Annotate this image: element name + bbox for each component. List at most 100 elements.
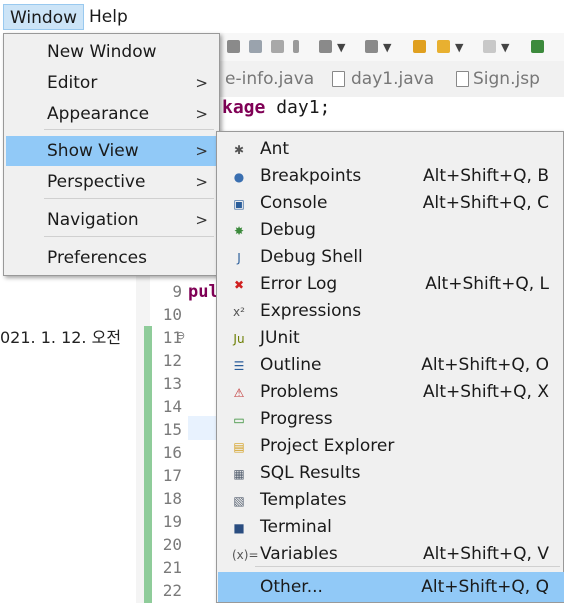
project-explorer-icon: ▤ (233, 440, 245, 454)
code-public-fragment: pul (188, 282, 219, 302)
sql-results-icon: ▦ (233, 467, 245, 481)
chevron-down-icon[interactable]: ▼ (455, 41, 463, 54)
show-view-item-debug-shell[interactable]: J Debug Shell (218, 244, 564, 271)
menu-item-label: Breakpoints (260, 166, 362, 186)
toolbar-open-perspective-icon[interactable] (531, 40, 544, 53)
menu-item-label: Error Log (260, 274, 338, 294)
line-number: 22 (162, 581, 182, 600)
window-menu-item-new-window[interactable]: New Window (6, 37, 216, 67)
show-view-item-sql-results[interactable]: ▦ SQL Results (218, 460, 564, 487)
menu-item-shortcut: Alt+Shift+Q, X (423, 382, 549, 402)
show-view-item-other[interactable]: Other... Alt+Shift+Q, Q (218, 572, 564, 602)
menu-item-label: Other... (260, 577, 323, 597)
show-view-item-project-explorer[interactable]: ▤ Project Explorer (218, 433, 564, 460)
tab-sign-jsp[interactable]: Sign.jsp (473, 69, 540, 89)
chevron-right-icon: > (195, 74, 208, 92)
menu-item-shortcut: Alt+Shift+Q, L (425, 274, 549, 294)
menu-item-shortcut: Alt+Shift+Q, V (423, 544, 549, 564)
menu-item-label: Terminal (260, 517, 332, 537)
fold-marker-icon[interactable]: ⊖ (176, 329, 185, 342)
package-name: day1; (265, 97, 331, 118)
menu-item-shortcut: Alt+Shift+Q, O (421, 355, 549, 375)
expressions-icon: x² (233, 305, 245, 319)
show-view-item-console[interactable]: ▣ Console Alt+Shift+Q, C (218, 190, 564, 217)
show-view-item-terminal[interactable]: ■ Terminal (218, 514, 564, 541)
chevron-down-icon[interactable]: ▼ (337, 41, 345, 54)
toolbar-pilcrow-icon[interactable] (293, 40, 299, 53)
line-number: 16 (162, 443, 182, 462)
package-keyword: kage (222, 97, 266, 118)
show-view-item-ant[interactable]: ✱ Ant (218, 136, 564, 163)
chevron-down-icon[interactable]: ▼ (501, 41, 509, 54)
chevron-right-icon: > (195, 211, 208, 229)
line-number: 14 (162, 397, 182, 416)
java-file-icon (332, 71, 345, 87)
show-view-item-outline[interactable]: ☰ Outline Alt+Shift+Q, O (218, 352, 564, 379)
toolbar-forward-icon[interactable] (483, 40, 496, 53)
tab-info-java[interactable]: e-info.java (225, 69, 314, 89)
window-menu-item-appearance[interactable]: Appearance > (6, 99, 216, 129)
show-view-item-expressions[interactable]: x² Expressions (218, 298, 564, 325)
toolbar-prev-annotation-icon[interactable] (365, 40, 378, 53)
menu-item-label: Preferences (47, 248, 147, 268)
debug-shell-icon: J (237, 251, 241, 265)
line-number: 9 (172, 282, 182, 301)
window-menu-item-preferences[interactable]: Preferences (6, 243, 216, 273)
menu-help[interactable]: Help (83, 4, 134, 30)
window-menu-item-navigation[interactable]: Navigation > (6, 205, 216, 235)
progress-icon: ▭ (233, 413, 245, 427)
line-number: 18 (162, 489, 182, 508)
menu-item-shortcut: Alt+Shift+Q, C (422, 193, 549, 213)
window-menu: New Window Editor > Appearance > Show View > Pe… (3, 33, 220, 276)
ant-icon: ✱ (233, 143, 245, 157)
line-number: 17 (162, 466, 182, 485)
toolbar-search-icon[interactable] (227, 40, 240, 53)
show-view-item-breakpoints[interactable]: ● Breakpoints Alt+Shift+Q, B (218, 163, 564, 190)
chevron-right-icon: > (195, 173, 208, 191)
tab-day1-java[interactable]: day1.java (351, 69, 434, 89)
main-toolbar: ▼ ▼ ▼ ▼ (215, 33, 564, 61)
toolbar-last-edit-icon[interactable] (413, 40, 426, 53)
toolbar-refresh-icon[interactable] (249, 40, 262, 53)
line-number: 19 (162, 512, 182, 531)
show-view-item-error-log[interactable]: ✖ Error Log Alt+Shift+Q, L (218, 271, 564, 298)
menu-item-label: Appearance (47, 104, 150, 124)
menu-item-label: Progress (260, 409, 333, 429)
window-menu-item-perspective[interactable]: Perspective > (6, 167, 216, 197)
error-log-icon: ✖ (233, 278, 245, 292)
menu-window[interactable]: Window (3, 4, 85, 30)
menu-separator (44, 129, 214, 130)
chevron-right-icon: > (195, 105, 208, 123)
show-view-item-templates[interactable]: ▧ Templates (218, 487, 564, 514)
debug-icon: ✸ (233, 224, 245, 238)
menu-item-label: Variables (260, 544, 338, 564)
menu-item-label: JUnit (260, 328, 300, 348)
terminal-icon: ■ (233, 521, 245, 535)
breakpoints-icon: ● (233, 170, 245, 184)
chevron-right-icon: > (195, 142, 208, 160)
show-view-item-junit[interactable]: Ju JUnit (218, 325, 564, 352)
menu-item-label: New Window (47, 42, 157, 62)
show-view-item-problems[interactable]: ⚠ Problems Alt+Shift+Q, X (218, 379, 564, 406)
chevron-down-icon[interactable]: ▼ (383, 41, 391, 54)
show-view-item-debug[interactable]: ✸ Debug (218, 217, 564, 244)
toolbar-next-annotation-icon[interactable] (319, 40, 332, 53)
menu-separator (44, 236, 214, 237)
menu-bar: Window Help (0, 0, 564, 33)
line-number: 15 (162, 420, 182, 439)
line-number: 13 (162, 374, 182, 393)
show-view-item-progress[interactable]: ▭ Progress (218, 406, 564, 433)
show-view-item-variables[interactable]: (x)= Variables Alt+Shift+Q, V (218, 541, 564, 568)
window-menu-item-editor[interactable]: Editor > (6, 68, 216, 98)
toolbar-table-icon[interactable] (271, 40, 284, 53)
menu-item-label: Console (260, 193, 328, 213)
menu-item-label: SQL Results (260, 463, 361, 483)
window-menu-item-show-view[interactable]: Show View > (6, 136, 216, 166)
junit-icon: Ju (233, 332, 245, 346)
menu-item-label: Perspective (47, 172, 146, 192)
menu-item-label: Debug (260, 220, 316, 240)
menu-item-label: Ant (260, 139, 290, 159)
toolbar-back-icon[interactable] (437, 40, 450, 53)
menu-item-label: Problems (260, 382, 339, 402)
current-line-highlight (188, 416, 218, 440)
